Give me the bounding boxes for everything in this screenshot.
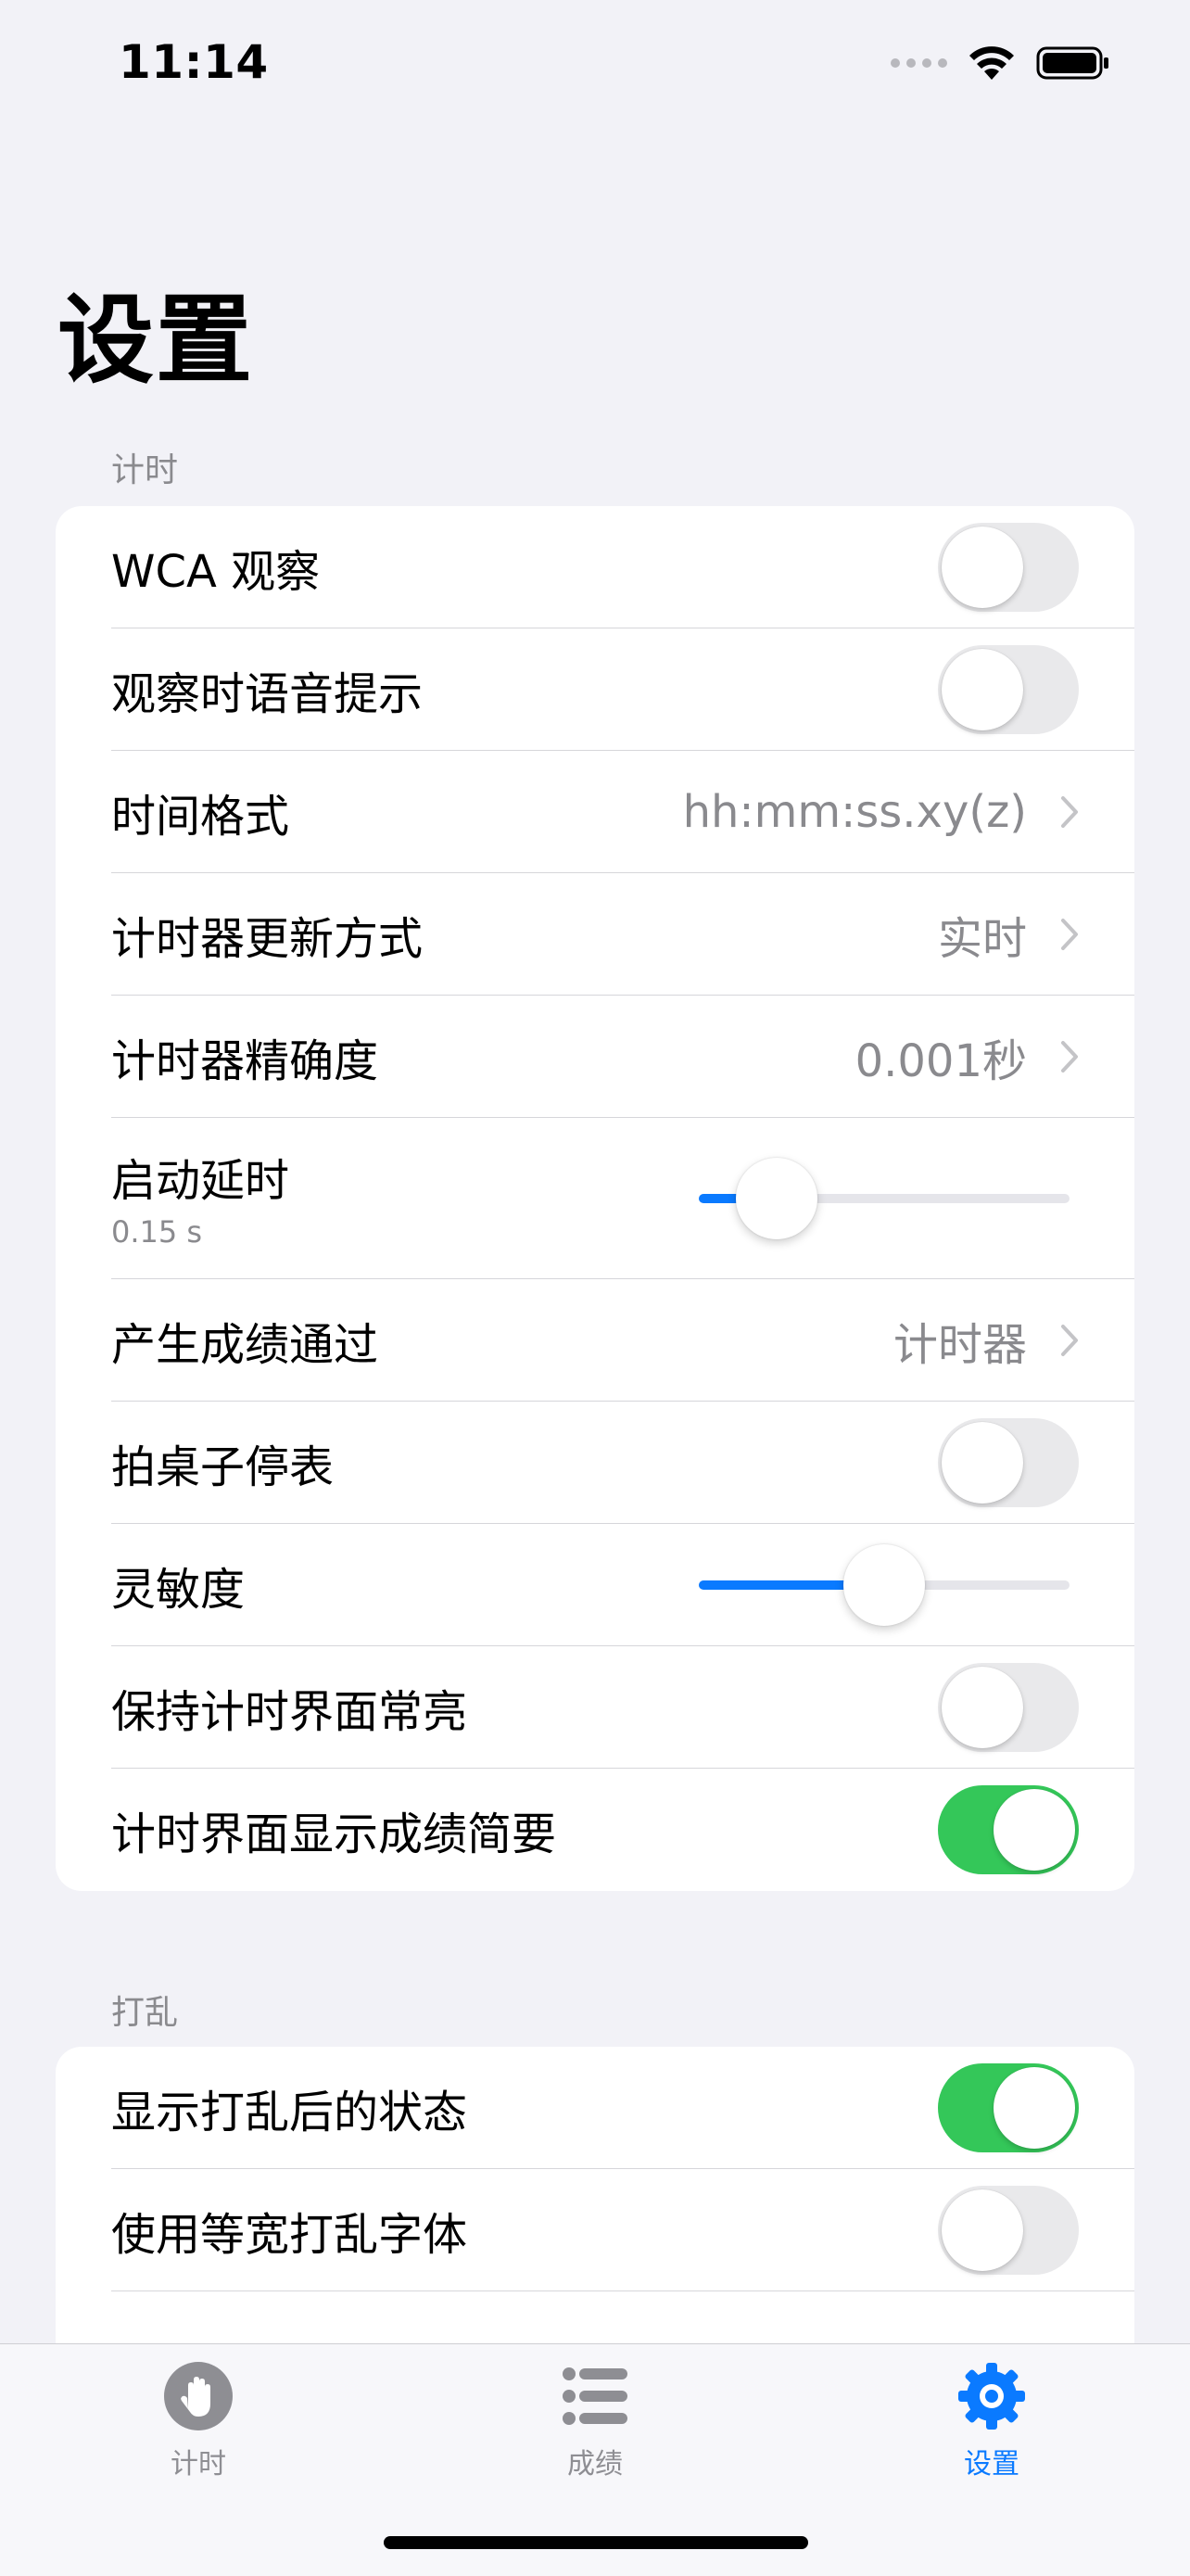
row-wca-inspection[interactable]: WCA 观察	[56, 506, 1134, 628]
row-label: WCA 观察	[111, 546, 321, 598]
chevron-right-icon	[1061, 796, 1078, 828]
row-value: 实时	[937, 913, 1027, 965]
row-label: 时间格式	[111, 791, 290, 843]
settings-card-scramble: 显示打乱后的状态 使用等宽打乱字体	[56, 2047, 1134, 2343]
section-header-scramble: 打乱	[111, 1994, 179, 2032]
row-value: 0.001秒	[855, 1035, 1027, 1087]
keep-screen-on-toggle[interactable]	[938, 1663, 1079, 1752]
row-sensitivity: 灵敏度	[56, 1524, 1134, 1646]
sensitivity-slider[interactable]	[699, 1544, 1070, 1626]
row-label: 启动延时	[111, 1155, 290, 1207]
tab-results[interactable]: 成绩	[484, 2361, 706, 2481]
row-tap-table-stop[interactable]: 拍桌子停表	[56, 1402, 1134, 1524]
start-delay-slider[interactable]	[699, 1158, 1070, 1239]
row-result-source[interactable]: 产生成绩通过 计时器	[56, 1279, 1134, 1402]
section-header-timer: 计时	[111, 451, 179, 489]
row-timer-precision[interactable]: 计时器精确度 0.001秒	[56, 996, 1134, 1118]
row-start-delay: 启动延时 0.15 s	[56, 1118, 1134, 1279]
tap-table-stop-toggle[interactable]	[938, 1418, 1079, 1507]
gear-icon	[958, 2363, 1025, 2430]
tab-label: 设置	[964, 2448, 1019, 2481]
chevron-right-icon	[1061, 1041, 1078, 1072]
row-voice-prompt[interactable]: 观察时语音提示	[56, 628, 1134, 751]
wca-inspection-toggle[interactable]	[938, 523, 1079, 612]
slider-thumb[interactable]	[736, 1158, 817, 1239]
hand-icon	[164, 2362, 233, 2430]
row-value: 计时器	[892, 1319, 1027, 1371]
tab-label: 成绩	[567, 2448, 623, 2481]
row-monospace-scramble-font[interactable]: 使用等宽打乱字体	[56, 2169, 1134, 2291]
monospace-scramble-font-toggle[interactable]	[938, 2186, 1079, 2275]
row-time-format[interactable]: 时间格式 hh:mm:ss.xy(z)	[56, 751, 1134, 873]
wifi-icon	[969, 46, 1014, 80]
row-value: hh:mm:ss.xy(z)	[682, 786, 1027, 838]
show-scrambled-state-toggle[interactable]	[938, 2063, 1079, 2152]
row-label: 拍桌子停表	[111, 1441, 335, 1493]
voice-prompt-toggle[interactable]	[938, 645, 1079, 734]
settings-card-timer: WCA 观察 观察时语音提示 时间格式 hh:mm:ss.xy(z) 计时器更新…	[56, 506, 1134, 1891]
slider-thumb[interactable]	[843, 1544, 925, 1626]
row-label: 计时器更新方式	[111, 913, 424, 965]
chevron-right-icon	[1061, 1325, 1078, 1356]
row-show-scrambled-state[interactable]: 显示打乱后的状态	[56, 2047, 1134, 2169]
tab-timer[interactable]: 计时	[87, 2361, 310, 2481]
list-icon	[563, 2367, 627, 2425]
tab-label: 计时	[171, 2448, 226, 2481]
row-keep-screen-on[interactable]: 保持计时界面常亮	[56, 1646, 1134, 1769]
row-label: 使用等宽打乱字体	[111, 2209, 468, 2261]
home-indicator	[384, 2536, 808, 2549]
cellular-signal-icon	[891, 58, 947, 68]
status-time: 11:14	[119, 35, 269, 89]
row-timer-update-mode[interactable]: 计时器更新方式 实时	[56, 873, 1134, 996]
chevron-right-icon	[1061, 919, 1078, 950]
start-delay-value: 0.15 s	[111, 1214, 203, 1250]
row-label: 保持计时界面常亮	[111, 1686, 468, 1738]
page-title: 设置	[57, 284, 255, 397]
row-label: 计时界面显示成绩简要	[111, 1808, 557, 1860]
row-label: 产生成绩通过	[111, 1319, 379, 1371]
show-result-summary-toggle[interactable]	[938, 1785, 1079, 1874]
row-label: 计时器精确度	[111, 1035, 379, 1087]
row-show-result-summary[interactable]: 计时界面显示成绩简要	[56, 1769, 1134, 1891]
status-indicators	[891, 44, 1110, 82]
row-label: 观察时语音提示	[111, 668, 424, 720]
row-label: 灵敏度	[111, 1564, 246, 1616]
tab-settings[interactable]: 设置	[880, 2361, 1103, 2481]
battery-icon	[1036, 46, 1108, 80]
row-label: 显示打乱后的状态	[111, 2087, 468, 2138]
